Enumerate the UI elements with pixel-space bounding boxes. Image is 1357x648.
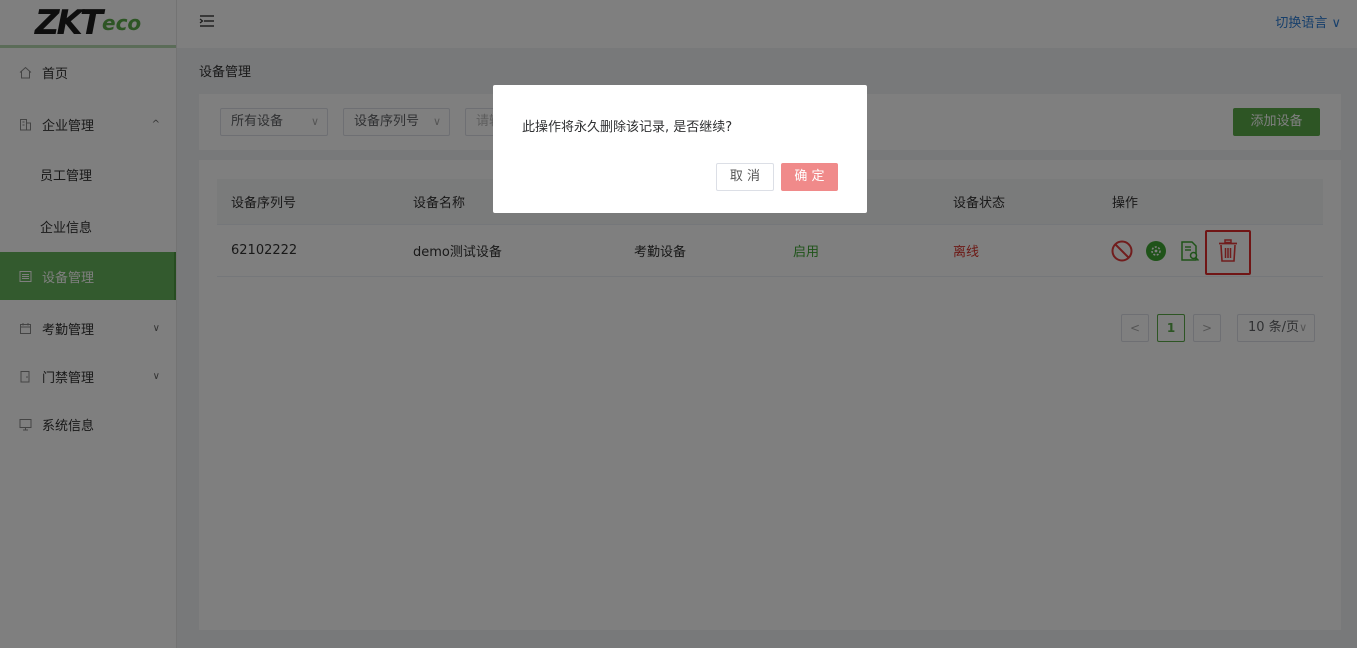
cancel-button[interactable]: 取 消: [716, 163, 774, 191]
confirm-button[interactable]: 确 定: [781, 163, 838, 191]
confirm-delete-dialog: 此操作将永久删除该记录, 是否继续? 取 消 确 定: [493, 85, 867, 213]
dialog-message: 此操作将永久删除该记录, 是否继续?: [522, 120, 733, 135]
